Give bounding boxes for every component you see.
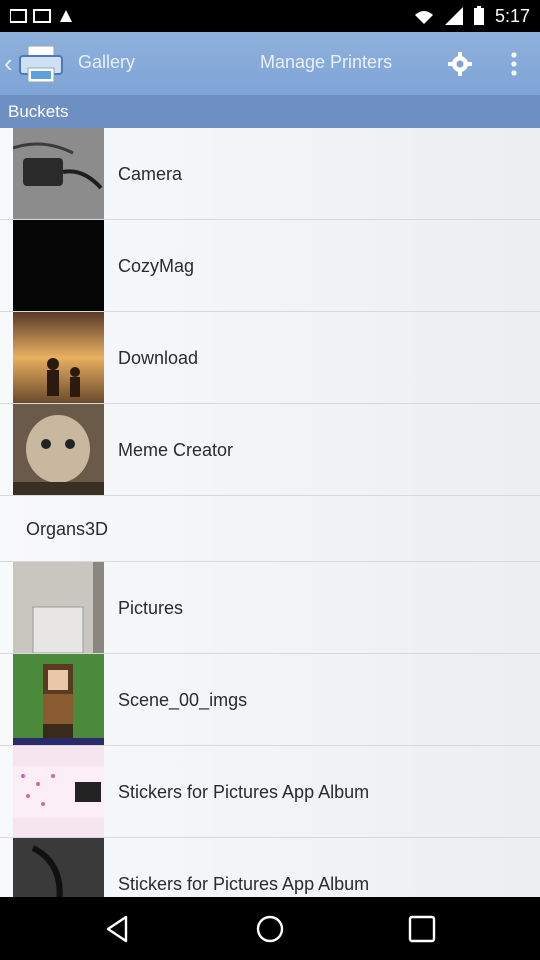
pictures-thumb: [13, 562, 104, 653]
signal-icon: [444, 7, 463, 25]
bucket-label: Camera: [118, 164, 183, 184]
download-thumb: [13, 312, 104, 403]
bucket-item[interactable]: Download: [0, 312, 540, 404]
meme-thumb: [13, 404, 104, 495]
home-icon[interactable]: [254, 913, 286, 945]
back-chevron-icon[interactable]: ‹: [4, 50, 13, 76]
bucket-label: Organs3D: [26, 519, 109, 539]
camera-thumb: [13, 128, 104, 219]
recents-icon[interactable]: [406, 913, 438, 945]
bucket-label: Download: [118, 348, 199, 368]
navigation-bar: [0, 897, 540, 960]
status-time: 5:17: [494, 5, 530, 26]
bucket-label: Scene_00_imgs: [118, 690, 248, 710]
wifi-icon: [414, 11, 433, 24]
more-vert-icon[interactable]: [500, 50, 528, 78]
bucket-item[interactable]: Organs3D: [0, 496, 540, 562]
printer-app-icon[interactable]: [18, 44, 64, 84]
bucket-label: Meme Creator: [118, 440, 234, 460]
section-header-label: Buckets: [8, 102, 69, 121]
back-icon[interactable]: [102, 913, 134, 945]
notification-icons: [10, 9, 72, 23]
bucket-item[interactable]: Scene_00_imgs: [0, 654, 540, 746]
bucket-list[interactable]: Camera CozyMag Download Meme Creator Org…: [0, 128, 540, 897]
bucket-label: Stickers for Pictures App Album: [118, 874, 370, 894]
stickers-thumb: [13, 746, 104, 837]
cozymag-thumb: [13, 220, 104, 311]
bucket-label: Pictures: [118, 598, 184, 618]
battery-icon: [473, 6, 484, 25]
bucket-item[interactable]: Camera: [0, 128, 540, 220]
gear-icon[interactable]: [446, 50, 474, 78]
bucket-item[interactable]: Pictures: [0, 562, 540, 654]
bucket-item[interactable]: Meme Creator: [0, 404, 540, 496]
app-bar: ‹ Gallery Manage Printers: [0, 32, 540, 95]
manage-printers-button[interactable]: Manage Printers: [260, 52, 392, 73]
section-header: Buckets: [0, 95, 540, 128]
bucket-item[interactable]: Stickers for Pictures App Album: [0, 838, 540, 897]
bucket-label: CozyMag: [118, 256, 195, 276]
stickers2-thumb: [13, 838, 104, 897]
scene-thumb: [13, 654, 104, 745]
app-title[interactable]: Gallery: [78, 52, 135, 73]
bucket-item[interactable]: CozyMag: [0, 220, 540, 312]
status-bar: 5:17: [0, 0, 540, 32]
bucket-item[interactable]: Stickers for Pictures App Album: [0, 746, 540, 838]
bucket-label: Stickers for Pictures App Album: [118, 782, 370, 802]
